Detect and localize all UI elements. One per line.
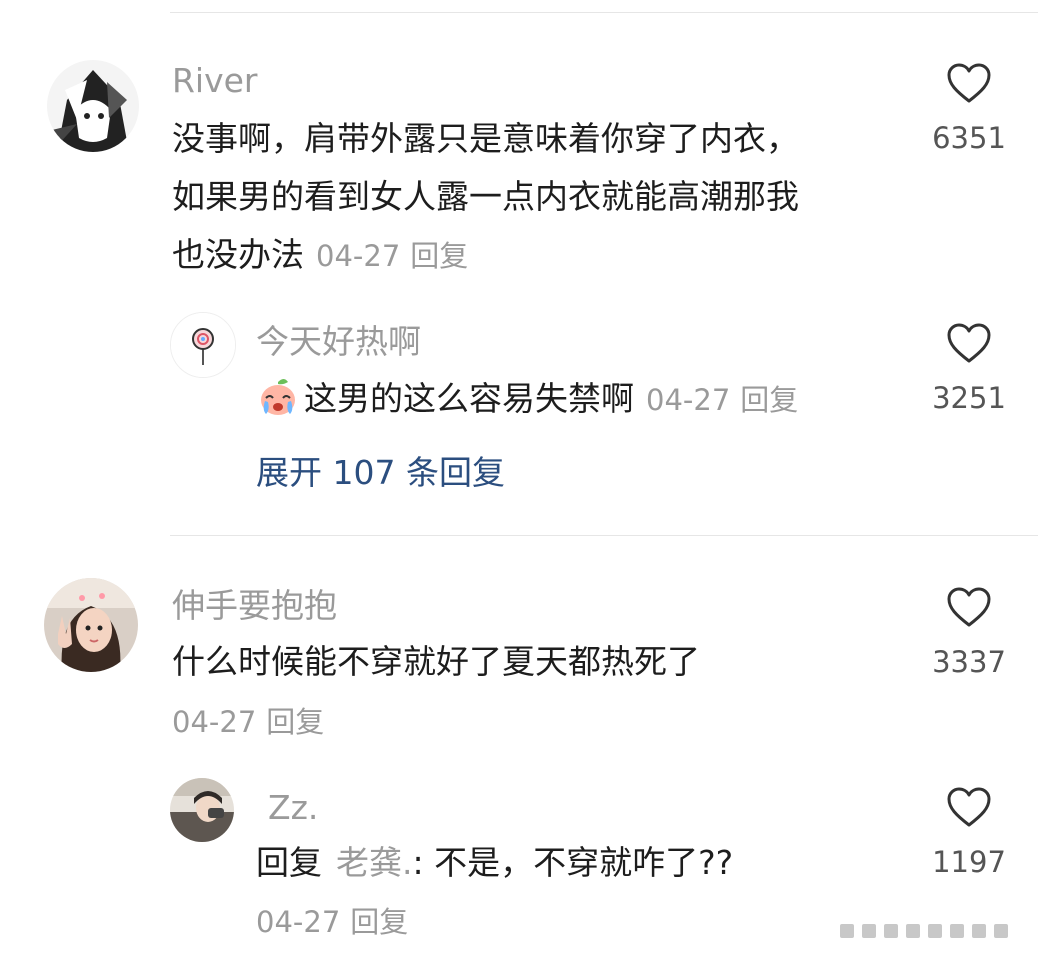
watermark-graphic — [840, 916, 1030, 946]
reply-username[interactable]: 今天好热啊 — [256, 325, 421, 358]
comment-text-line: 如果男的看到女人露一点内衣就能高潮那我 — [172, 177, 799, 216]
girl-selfie-avatar-icon[interactable] — [44, 578, 138, 672]
comment-text: 什么时候能不穿就好了夏天都热死了 — [172, 642, 700, 681]
reply-username[interactable]: Zz. — [268, 791, 318, 824]
reply-button[interactable]: 回复 — [266, 705, 324, 739]
reply-button[interactable]: 回复 — [410, 239, 468, 273]
reply-button[interactable]: 回复 — [350, 905, 408, 939]
reply-text: 这男的这么容易失禁啊 04-27 回复 — [256, 370, 798, 429]
reply-prefix: 回复 — [256, 843, 322, 882]
reply-date: 04-27 — [646, 383, 731, 417]
reply-text: 回复 老龚.: 不是，不穿就咋了?? — [256, 834, 733, 892]
like-count: 3337 — [932, 645, 1006, 679]
like-count: 6351 — [932, 121, 1006, 155]
heart-icon[interactable] — [946, 586, 992, 628]
comment-text-line: 没事啊，肩带外露只是意味着你穿了内衣， — [172, 119, 799, 158]
heart-icon[interactable] — [946, 322, 992, 364]
comment-username[interactable]: 伸手要抱抱 — [172, 589, 337, 622]
mention-link[interactable]: 老龚. — [336, 843, 413, 882]
reply-text-body: : 不是，不穿就咋了?? — [412, 843, 734, 882]
heart-icon[interactable] — [946, 62, 992, 104]
comment-date: 04-27 — [316, 239, 401, 273]
heart-icon[interactable] — [946, 786, 992, 828]
top-divider — [170, 12, 1038, 13]
comment-username[interactable]: River — [172, 64, 258, 97]
lollipop-avatar-icon[interactable] — [170, 312, 236, 378]
comment-divider — [170, 535, 1038, 536]
reply-meta: 04-27 回复 — [256, 908, 408, 937]
comment-text-line-end: 也没办法 — [172, 235, 304, 274]
anime-avatar-icon[interactable] — [47, 60, 139, 152]
reply-date: 04-27 — [256, 905, 341, 939]
comment-text: 没事啊，肩带外露只是意味着你穿了内衣， 如果男的看到女人露一点内衣就能高潮那我 … — [172, 110, 799, 285]
comment-meta: 04-27 回复 — [172, 708, 324, 737]
like-count: 1197 — [932, 845, 1006, 879]
crying-peach-emoji-icon — [256, 374, 300, 418]
reply-button[interactable]: 回复 — [740, 383, 798, 417]
comment-text-line-last: 也没办法 04-27 回复 — [172, 226, 799, 285]
comment-date: 04-27 — [172, 705, 257, 739]
reply-text-body: 这男的这么容易失禁啊 — [304, 379, 634, 418]
expand-replies-button[interactable]: 展开 107 条回复 — [256, 456, 505, 489]
comment-section: River 没事啊，肩带外露只是意味着你穿了内衣， 如果男的看到女人露一点内衣就… — [0, 0, 1038, 960]
car-selfie-avatar-icon[interactable] — [170, 778, 234, 842]
like-count: 3251 — [932, 381, 1006, 415]
